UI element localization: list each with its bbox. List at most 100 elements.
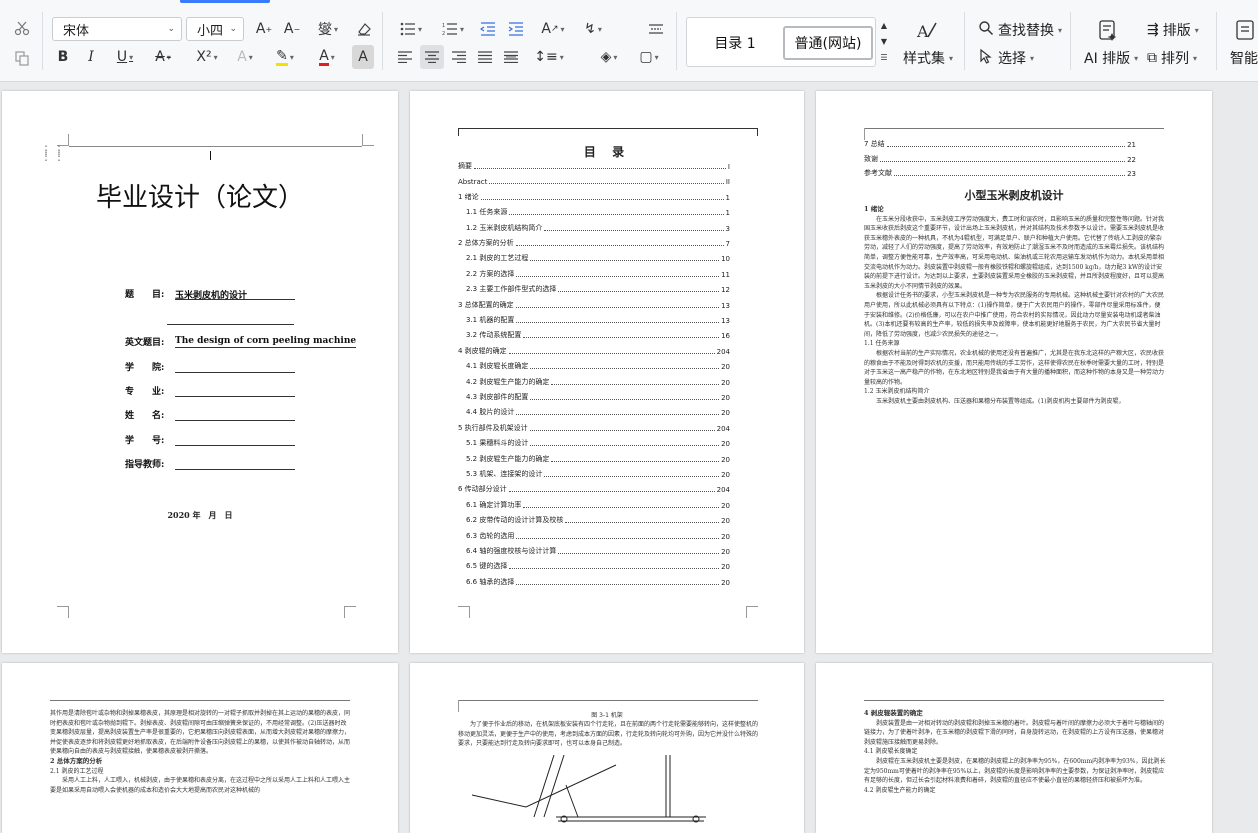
toc-entry[interactable]: 6.6 轴承的选择 20 — [458, 577, 730, 587]
strikethrough-icon[interactable]: A ▾ — [148, 45, 178, 69]
drag-handle-icon[interactable]: ⋮⋮ ⋮⋮ — [40, 144, 66, 162]
style-set-icon[interactable]: A — [912, 16, 942, 44]
clear-format-icon[interactable] — [352, 17, 376, 41]
style-set-button[interactable]: 样式集 ▾ — [903, 48, 953, 68]
smart-button[interactable]: 智能 — [1230, 48, 1258, 68]
font-name-select[interactable]: 宋体 ⌄ — [52, 17, 182, 41]
italic-icon[interactable]: I — [80, 45, 102, 69]
numbered-list-icon[interactable]: 1 2 ▾ — [436, 17, 470, 41]
toc-entry[interactable]: 4.4 胶片的设计 20 — [458, 407, 730, 417]
toc-entry[interactable]: 4.3 剥皮部件的配置 20 — [458, 392, 730, 402]
field-value[interactable] — [175, 409, 295, 421]
ai-layout-button[interactable]: AI 排版 ▾ — [1084, 48, 1138, 68]
body-text[interactable]: 4 剥皮辊装置的确定 剥皮装置是由一对相对转动的剥皮辊和剥掉玉米穗的着叶。剥皮辊… — [864, 709, 1166, 795]
toc-entry[interactable]: 摘要 I — [458, 161, 730, 171]
toc-entry[interactable]: 2.1 剥皮的工艺过程 10 — [458, 253, 730, 263]
toc-entry[interactable]: 2.3 主要工作部件型式的选择 12 — [458, 284, 730, 294]
toc-entry[interactable]: 6.2 皮带传动的设计计算及校核 20 — [458, 515, 730, 525]
bold-icon[interactable]: B — [52, 45, 74, 69]
page-toc[interactable]: 目 录 摘要 I Abstract II 1 绪论 1 1.1 任务来源 1 1.2 玉米剥皮机… — [410, 91, 804, 653]
highlight-icon[interactable]: ✎ ▾ — [268, 45, 302, 69]
toc-entry[interactable]: 3.1 机器的配置 13 — [458, 315, 730, 325]
toc-entry[interactable]: 6.4 轴的强度校核与设计计算 20 — [458, 546, 730, 556]
font-size-select[interactable]: 小四 ⌄ — [186, 17, 244, 41]
show-hide-marks-icon[interactable] — [644, 17, 668, 41]
font-color-icon[interactable]: A ▾ — [310, 45, 344, 69]
borders-icon[interactable]: ▢ ▾ — [632, 45, 666, 69]
field-value[interactable] — [167, 313, 294, 325]
page-body-4[interactable]: 4 剥皮辊装置的确定 剥皮装置是由一对相对转动的剥皮辊和剥掉玉米穗的着叶。剥皮辊… — [816, 663, 1212, 833]
text-effect-icon[interactable]: A ▾ — [230, 45, 260, 69]
cover-title: 毕业设计（论文） — [95, 183, 304, 213]
toc-entry[interactable]: 5.2 剥皮辊生产能力的确定 20 — [458, 454, 730, 464]
select-button[interactable]: 选择 ▾ — [978, 48, 1034, 68]
field-value[interactable]: The design of corn peeling machine — [175, 336, 357, 348]
phonetic-guide-icon[interactable]: 燮 ▾ — [310, 17, 346, 41]
ai-layout-icon[interactable] — [1094, 16, 1122, 44]
toc-entry[interactable]: 7 总结 21 — [864, 139, 1136, 149]
toc-entry[interactable]: 6.3 齿轮的选用 20 — [458, 531, 730, 541]
field-value[interactable]: 玉米剥皮机的设计 — [175, 288, 295, 301]
superscript-icon[interactable]: X² ▾ — [190, 45, 224, 69]
toc-entry[interactable]: 2 总体方案的分析 7 — [458, 238, 730, 248]
toc-entry[interactable]: 6.5 键的选择 20 — [458, 561, 730, 571]
page-body-2[interactable]: 其作用是清除苞叶或杂物和剥掉果穗表皮，其原理是相对旋转的一对辊子抓取并剥掉在其上… — [2, 663, 398, 833]
toc-entry[interactable]: 5.3 机架、连接架的设计 20 — [458, 469, 730, 479]
toc-entry[interactable]: 5.1 果穗料斗的设计 20 — [458, 438, 730, 448]
toc-entry[interactable]: 3 总体配置的确定 13 — [458, 300, 730, 310]
toc-entry[interactable]: 1.2 玉米剥皮机结构简介 3 — [458, 223, 730, 233]
style-toc1[interactable]: 目录 1 — [693, 26, 777, 60]
increase-indent-icon[interactable] — [504, 17, 528, 41]
toc-entry[interactable]: Abstract II — [458, 176, 730, 186]
bullet-list-icon[interactable]: ▾ — [394, 17, 428, 41]
toc-entry[interactable]: 2.2 方案的选择 11 — [458, 269, 730, 279]
field-value[interactable] — [175, 385, 295, 397]
toc-entry-title: 3.1 机器的配置 — [466, 316, 515, 324]
align-center-icon[interactable] — [420, 45, 444, 69]
underline-icon[interactable]: U ▾ — [108, 45, 142, 69]
toc-entry[interactable]: 4 剥皮辊的确定 204 — [458, 346, 730, 356]
align-left-icon[interactable] — [394, 45, 416, 69]
align-right-icon[interactable] — [448, 45, 470, 69]
toc-entry[interactable]: 6 传动部分设计 204 — [458, 484, 730, 494]
layout-button[interactable]: ⇶ 排版 ▾ — [1147, 20, 1199, 40]
style-normal-web[interactable]: 普通(网站) — [783, 26, 873, 60]
body-text[interactable]: 1 绪论 在玉米分段收获中，玉米剥皮工序劳动强度大，费工时和误农时，且影响玉米的… — [864, 205, 1166, 406]
text-direction-icon[interactable]: ↯ ▾ — [578, 17, 608, 41]
decrease-font-size-icon[interactable]: A − — [280, 17, 304, 41]
style-expand-icon[interactable]: ☰ — [878, 50, 890, 64]
toc-entry[interactable]: 致谢 22 — [864, 154, 1136, 164]
line-spacing-icon[interactable]: ↕≡ ▾ — [532, 45, 566, 69]
body-text[interactable]: 其作用是清除苞叶或杂物和剥掉果穗表皮，其原理是相对旋转的一对辊子抓取并剥掉在其上… — [50, 709, 352, 795]
page-body-1[interactable]: 7 总结 21 致谢 22 参考文献 23 小型玉米剥皮机设计 1 绪论 在玉米分段收获中… — [816, 91, 1212, 653]
toc-entry[interactable]: 5 执行部件及机架设计 204 — [458, 423, 730, 433]
toc-entry[interactable]: 3.2 传动系统配置 16 — [458, 330, 730, 340]
style-scroll-up-icon[interactable]: ▲ — [878, 18, 890, 32]
chinese-layout-icon[interactable]: A ↗ ▾ — [536, 17, 570, 41]
toc-entry[interactable]: 4.2 剥皮辊生产能力的确定 20 — [458, 377, 730, 387]
decrease-indent-icon[interactable] — [476, 17, 500, 41]
cut-icon[interactable] — [10, 16, 34, 40]
toc-entry[interactable]: 1 绪论 1 — [458, 192, 730, 202]
field-value[interactable] — [175, 458, 295, 470]
character-shading-icon[interactable]: A — [352, 45, 374, 69]
toc-entry[interactable]: 6.1 确定计算功率 20 — [458, 500, 730, 510]
increase-font-size-icon[interactable]: A + — [252, 17, 276, 41]
field-value[interactable] — [175, 434, 295, 446]
smart-tools-icon[interactable] — [1232, 16, 1258, 44]
distributed-align-icon[interactable] — [500, 45, 522, 69]
justify-icon[interactable] — [474, 45, 496, 69]
toc-entry[interactable]: 参考文献 23 — [864, 168, 1136, 178]
style-scroll-down-icon[interactable]: ▼ — [878, 34, 890, 48]
copy-icon[interactable] — [10, 46, 34, 70]
body-text[interactable]: 为了便于作业后的移动，在机架底板安装有四个行走轮，且在前面的两个行走轮需要能够转… — [458, 720, 758, 749]
page-cover[interactable]: 毕业设计（论文） 题 目: 玉米剥皮机的设计 英文题目: The design … — [2, 91, 398, 653]
toc-entry[interactable]: 1.1 任务来源 1 — [458, 207, 730, 217]
find-replace-button[interactable]: 查找替换 ▾ — [978, 20, 1062, 40]
arrange-button[interactable]: ⧉ 排列 ▾ — [1147, 48, 1197, 68]
toc-entry[interactable]: 4.1 剥皮辊长度确定 20 — [458, 361, 730, 371]
shading-icon[interactable]: ◈ ▾ — [592, 45, 626, 69]
field-value[interactable] — [175, 361, 295, 373]
toc-entry-page: 204 — [716, 347, 730, 356]
page-body-3[interactable]: 图 3-1 机架 为了便于作业后的移动，在机架底板安装有四个行走轮，且在前面的两… — [410, 663, 804, 833]
